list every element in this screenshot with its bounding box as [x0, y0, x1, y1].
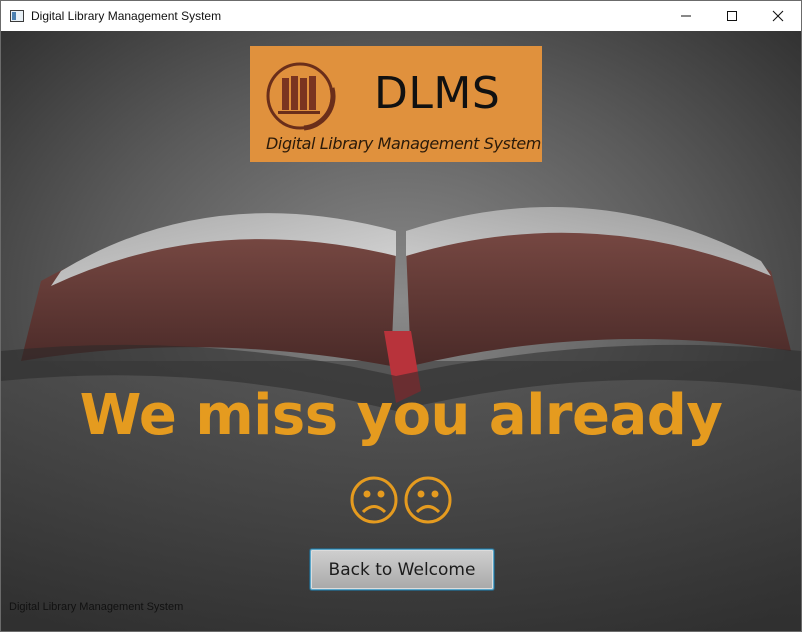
minimize-button[interactable] [663, 1, 709, 31]
dlms-logo: DLMS Digital Library Management System [250, 46, 542, 162]
sad-face-icon-left [350, 476, 398, 524]
goodbye-screen: DLMS Digital Library Management System W… [1, 31, 801, 631]
app-window: Digital Library Management System DLMS D… [0, 0, 802, 632]
logo-full-name: Digital Library Management System [266, 134, 541, 153]
back-to-welcome-button[interactable]: Back to Welcome [310, 549, 494, 590]
footer-label: Digital Library Management System [9, 601, 184, 613]
close-icon [772, 10, 784, 22]
window-title: Digital Library Management System [31, 9, 222, 23]
maximize-icon [727, 11, 737, 21]
maximize-button[interactable] [709, 1, 755, 31]
app-window-icon [10, 10, 24, 22]
sad-face-icon-right [404, 476, 452, 524]
books-emblem-icon [266, 62, 336, 131]
title-bar[interactable]: Digital Library Management System [1, 1, 801, 31]
logo-abbreviation: DLMS [374, 68, 501, 119]
minimize-icon [681, 15, 691, 17]
sad-faces-icon: ☹☹ [350, 476, 452, 524]
close-button[interactable] [755, 1, 801, 31]
farewell-message: We miss you already [79, 383, 723, 448]
